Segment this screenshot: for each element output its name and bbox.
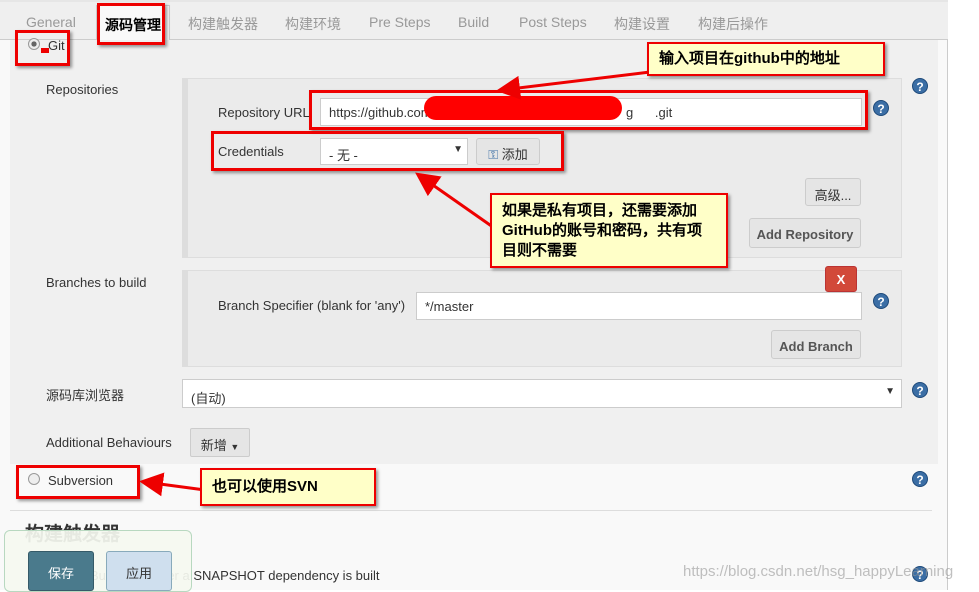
note-github-url: 输入项目在github中的地址: [647, 42, 885, 76]
arrow-url: [496, 70, 651, 100]
note-svn: 也可以使用SVN: [200, 468, 376, 506]
annotation-arrows: [139, 70, 651, 497]
repo-url-suffix: g .git: [626, 105, 673, 120]
arrow-credentials: [415, 172, 501, 234]
arrow-svn: [139, 472, 206, 497]
note-credentials: 如果是私有项目，还需要添加GitHub的账号和密码，共有项目则不需要: [490, 193, 728, 268]
